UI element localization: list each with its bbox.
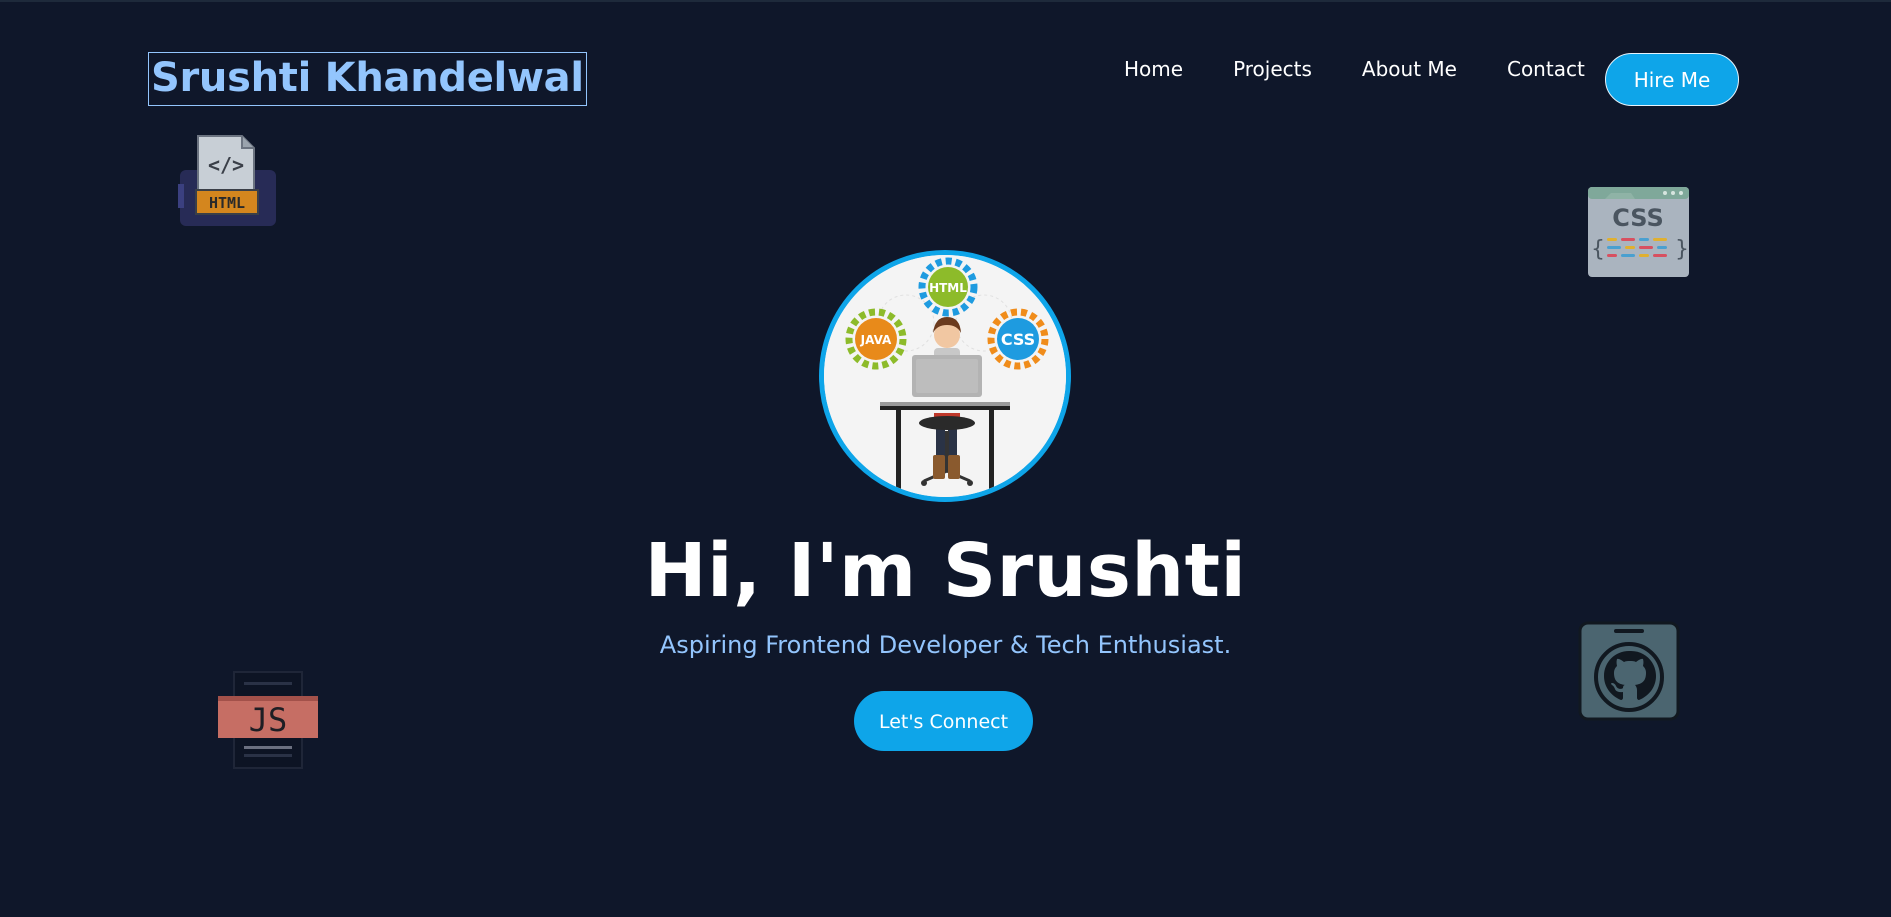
brand-logo[interactable]: Srushti Khandelwal bbox=[148, 52, 587, 106]
nav-contact-link[interactable]: Contact bbox=[1507, 56, 1585, 82]
css-icon-text: CSS bbox=[1612, 204, 1664, 232]
nav-about-link[interactable]: About Me bbox=[1362, 56, 1457, 82]
svg-text:}: } bbox=[1675, 237, 1689, 262]
js-file-icon: JS bbox=[218, 670, 318, 770]
svg-text:HTML: HTML bbox=[929, 281, 967, 295]
nav-projects-link[interactable]: Projects bbox=[1233, 56, 1312, 82]
hire-me-button[interactable]: Hire Me bbox=[1605, 53, 1739, 106]
svg-text:{: { bbox=[1591, 237, 1605, 262]
nav-home-link[interactable]: Home bbox=[1124, 56, 1183, 82]
hero-title: Hi, I'm Srushti bbox=[644, 528, 1247, 614]
html-icon-text: HTML bbox=[209, 194, 245, 212]
svg-text:CSS: CSS bbox=[1001, 330, 1035, 349]
css-code-icon: CSS { } bbox=[1587, 186, 1690, 278]
svg-text:</>: </> bbox=[208, 153, 244, 177]
svg-text:JAVA: JAVA bbox=[860, 333, 892, 347]
hero-subtitle: Aspiring Frontend Developer & Tech Enthu… bbox=[659, 631, 1232, 659]
lets-connect-button[interactable]: Let's Connect bbox=[854, 691, 1033, 751]
main-nav: Home Projects About Me Contact bbox=[1124, 56, 1585, 82]
portfolio-page: Srushti Khandelwal Home Projects About M… bbox=[0, 0, 1891, 917]
profile-avatar: HTML JAVA CSS bbox=[819, 250, 1071, 502]
js-icon-text: JS bbox=[249, 701, 288, 739]
html-file-icon: </> HTML bbox=[178, 132, 278, 232]
